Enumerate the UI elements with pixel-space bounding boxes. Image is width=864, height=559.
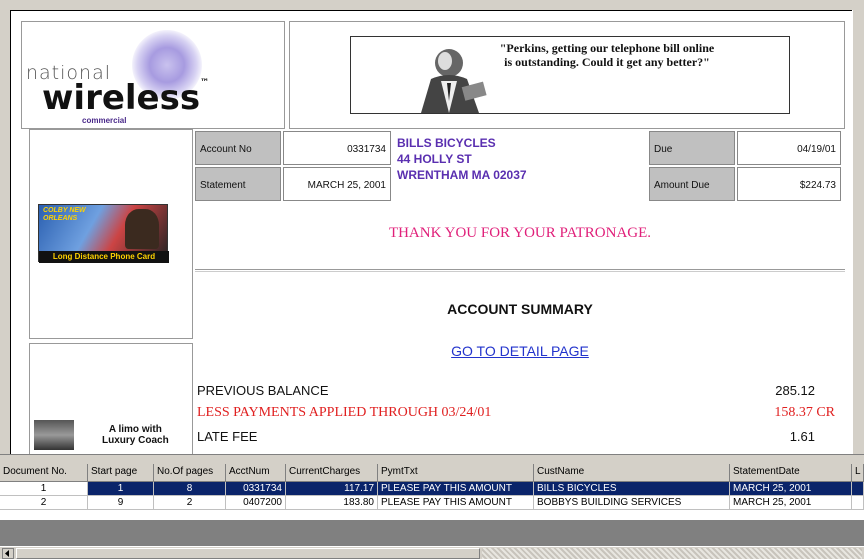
table-row-2-acctnum[interactable]: 0407200 — [226, 496, 286, 510]
statement-label: Statement — [195, 167, 281, 201]
table-row-1-no-of-pages[interactable]: 8 — [154, 482, 226, 496]
table-row-1-pymttxt[interactable]: PLEASE PAY THIS AMOUNT — [378, 482, 534, 496]
table-row-1-custname[interactable]: BILLS BICYCLES — [534, 482, 730, 496]
customer-street: 44 HOLLY ST — [397, 152, 472, 166]
scroll-left-button[interactable] — [2, 548, 14, 559]
account-summary-title: ACCOUNT SUMMARY — [447, 301, 593, 317]
table-row-1-statement-date[interactable]: MARCH 25, 2001 — [730, 482, 852, 496]
statement-document: national wireless™ commercial "Perkins, … — [10, 10, 852, 454]
logo-wireless-text: wireless™ — [42, 78, 210, 118]
column-header-statement-date[interactable]: StatementDate — [730, 464, 852, 482]
table-row-1-acctnum[interactable]: 0331734 — [226, 482, 286, 496]
thank-you-message: THANK YOU FOR YOUR PATRONAGE. — [388, 225, 652, 241]
table-row-2-custname[interactable]: BOBBYS BUILDING SERVICES — [534, 496, 730, 510]
limo-caption-line-1: A limo with — [108, 424, 162, 435]
account-no-label: Account No — [195, 131, 281, 165]
table-row-2-start-page[interactable]: 9 — [88, 496, 154, 510]
scroll-thumb[interactable] — [16, 548, 480, 559]
cartoon-quote: "Perkins, getting our telephone bill onl… — [499, 41, 715, 69]
phone-card-brand: COLBY NEW ORLEANS — [43, 207, 86, 222]
amount-due-value: $224.73 — [737, 167, 841, 201]
column-header-start-page[interactable]: Start page — [88, 464, 154, 482]
table-row-1-start-page[interactable]: 1 — [88, 482, 154, 496]
column-header-current-charges[interactable]: CurrentCharges — [286, 464, 378, 482]
column-header-acctnum[interactable]: AcctNum — [226, 464, 286, 482]
table-row-2-statement-date[interactable]: MARCH 25, 2001 — [730, 496, 852, 510]
logo-panel: national wireless™ commercial — [21, 21, 285, 129]
column-header-no-of-pages[interactable]: No.Of pages — [154, 464, 226, 482]
previous-balance-amount: 285.12 — [775, 383, 815, 398]
amount-due-label: Amount Due — [649, 167, 735, 201]
grid-horizontal-scrollbar[interactable] — [0, 546, 864, 559]
cartoon-banner-frame: "Perkins, getting our telephone bill onl… — [289, 21, 845, 129]
pane-splitter[interactable] — [0, 454, 864, 464]
grid-empty-area — [0, 520, 864, 546]
column-header-more[interactable]: L — [852, 464, 864, 482]
column-header-custname[interactable]: CustName — [534, 464, 730, 482]
previous-balance-label: PREVIOUS BALANCE — [197, 383, 329, 398]
arrow-left-icon — [5, 550, 9, 557]
phone-card-person — [125, 209, 159, 249]
section-divider — [195, 269, 845, 272]
cartoon-banner: "Perkins, getting our telephone bill onl… — [350, 36, 790, 114]
due-label: Due — [649, 131, 735, 165]
customer-city: WRENTHAM MA 02037 — [397, 168, 527, 182]
detail-page-link[interactable]: GO TO DETAIL PAGE — [195, 343, 845, 359]
customer-name: BILLS BICYCLES — [397, 136, 496, 150]
documents-grid: Document No. Start page No.Of pages Acct… — [0, 464, 864, 520]
column-header-pymttxt[interactable]: PymtTxt — [378, 464, 534, 482]
phone-card-ad-image[interactable]: COLBY NEW ORLEANS Long Distance Phone Ca… — [38, 204, 169, 263]
statement-date-value: MARCH 25, 2001 — [283, 167, 391, 201]
late-fee-label: LATE FEE — [197, 429, 258, 444]
table-row-1-document-no[interactable]: 1 — [0, 482, 88, 496]
scroll-track[interactable] — [482, 548, 862, 559]
payments-applied-amount: 158.37 CR — [774, 405, 835, 420]
logo-commercial-text: commercial — [82, 116, 127, 125]
table-row-2-current-charges[interactable]: 183.80 — [286, 496, 378, 510]
phone-card-ad-panel: COLBY NEW ORLEANS Long Distance Phone Ca… — [29, 129, 193, 339]
due-date-value: 04/19/01 — [737, 131, 841, 165]
column-header-document-no[interactable]: Document No. — [0, 464, 88, 482]
limo-caption-line-2: Luxury Coach — [102, 435, 169, 446]
businessman-cartoon-icon — [421, 49, 487, 113]
document-vertical-scrollbar[interactable] — [852, 10, 864, 454]
table-row-2-pymttxt[interactable]: PLEASE PAY THIS AMOUNT — [378, 496, 534, 510]
customer-address: BILLS BICYCLES 44 HOLLY ST WRENTHAM MA 0… — [397, 135, 527, 183]
table-row-1-more[interactable] — [852, 482, 864, 496]
account-no-value: 0331734 — [283, 131, 391, 165]
table-row-2-document-no[interactable]: 2 — [0, 496, 88, 510]
phone-card-caption: Long Distance Phone Card — [39, 251, 169, 263]
table-row-1-current-charges[interactable]: 117.17 — [286, 482, 378, 496]
table-row-2-no-of-pages[interactable]: 2 — [154, 496, 226, 510]
limo-ad-panel: A limo with Luxury Coach — [29, 343, 193, 454]
payments-applied-label: LESS PAYMENTS APPLIED THROUGH 03/24/01 — [197, 405, 492, 420]
limo-ad-image[interactable] — [34, 420, 74, 450]
late-fee-amount: 1.61 — [789, 429, 815, 444]
table-row-2-more[interactable] — [852, 496, 864, 510]
limo-ad-caption: A limo with Luxury Coach — [102, 424, 169, 446]
